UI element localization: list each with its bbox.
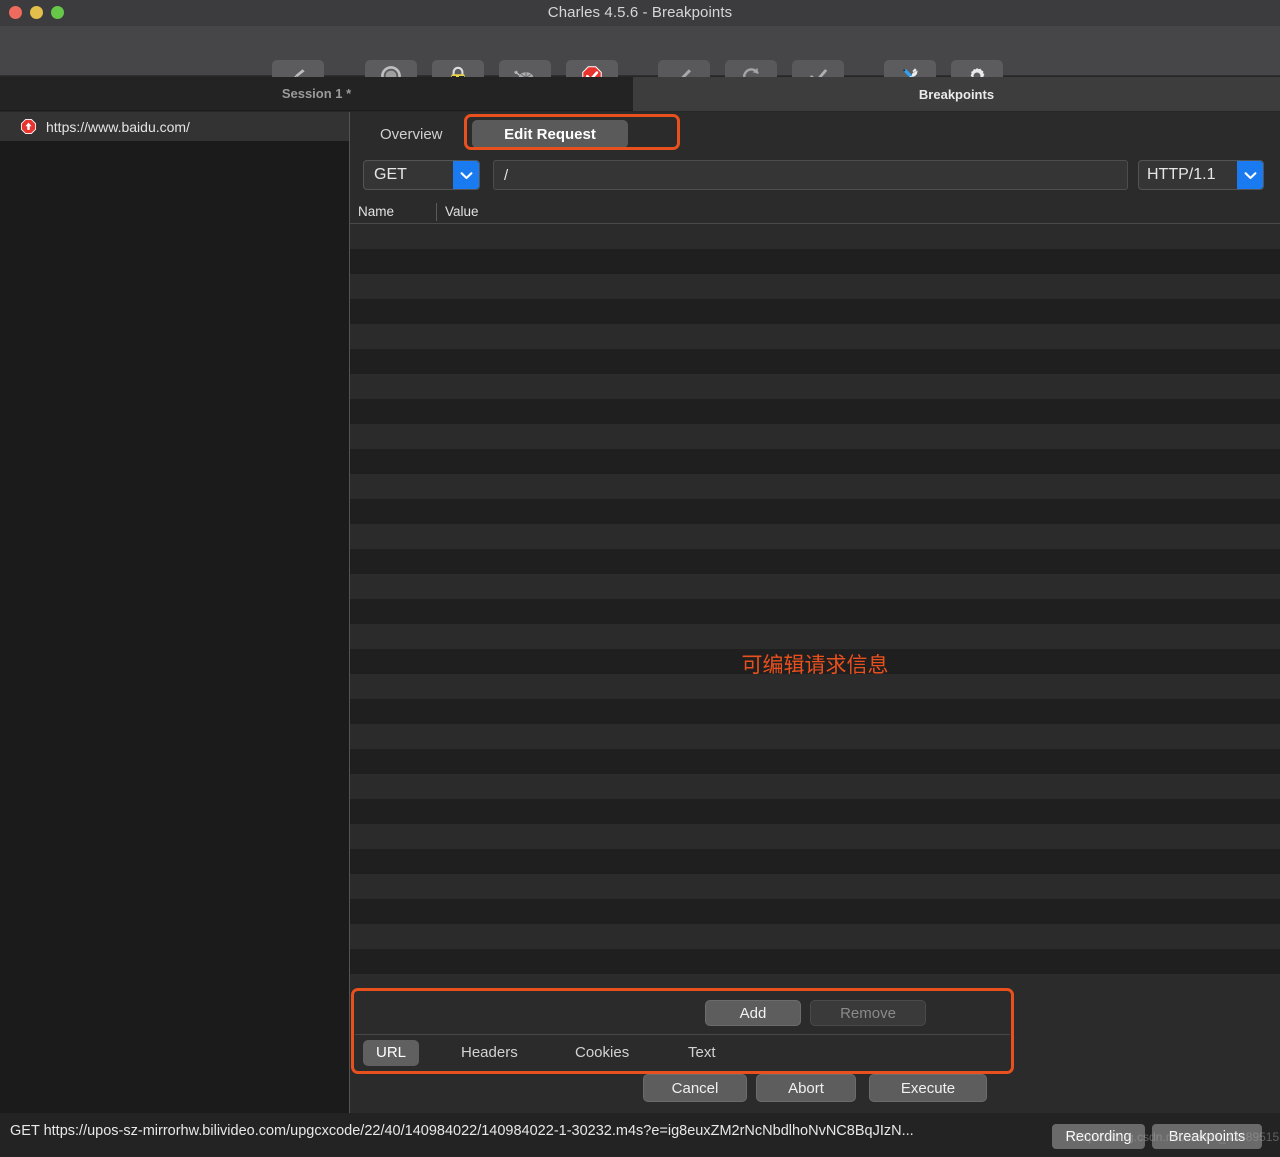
request-tab-bar: Overview Edit Request xyxy=(350,112,1280,154)
abort-button[interactable]: Abort xyxy=(756,1074,856,1102)
sidebar-item-label: https://www.baidu.com/ xyxy=(46,118,190,135)
title-bar: Charles 4.5.6 - Breakpoints xyxy=(0,0,1280,26)
table-row[interactable] xyxy=(350,474,1280,499)
table-row[interactable] xyxy=(350,674,1280,699)
table-row[interactable] xyxy=(350,324,1280,349)
params-table-header: Name Value xyxy=(350,200,1280,224)
status-request-url: GET https://upos-sz-mirrorhw.bilivideo.c… xyxy=(10,1123,914,1139)
status-bar: GET https://upos-sz-mirrorhw.bilivideo.c… xyxy=(0,1113,1280,1157)
table-row[interactable] xyxy=(350,824,1280,849)
table-row[interactable] xyxy=(350,424,1280,449)
edit-request-highlight xyxy=(464,114,680,150)
tab-session-1-label: Session 1 * xyxy=(281,86,352,101)
table-row[interactable] xyxy=(350,649,1280,674)
execute-button-label: Execute xyxy=(900,1079,956,1097)
session-tab-strip: Session 1 * Breakpoints xyxy=(0,77,1280,111)
table-row[interactable] xyxy=(350,724,1280,749)
request-detail-panel: Overview Edit Request GET / HTTP/1.1 Nam… xyxy=(350,112,1280,1113)
tab-overview-label: Overview xyxy=(380,125,443,143)
charles-app-window: Charles 4.5.6 - Breakpoints Session 1 * … xyxy=(0,0,1280,1157)
table-row[interactable] xyxy=(350,524,1280,549)
table-row[interactable] xyxy=(350,499,1280,524)
method-value: GET xyxy=(374,166,407,183)
table-row[interactable] xyxy=(350,549,1280,574)
tab-overview[interactable]: Overview xyxy=(366,120,457,148)
table-row[interactable] xyxy=(350,349,1280,374)
window-title: Charles 4.5.6 - Breakpoints xyxy=(547,4,733,21)
chevron-down-icon xyxy=(1244,171,1256,179)
table-row[interactable] xyxy=(350,624,1280,649)
status-recording-label: Recording xyxy=(1065,1128,1132,1145)
edit-controls-section: Add Remove URL Headers Cookies Text xyxy=(351,988,1014,1074)
column-header-name: Name xyxy=(358,204,395,219)
table-row[interactable] xyxy=(350,749,1280,774)
table-row[interactable] xyxy=(350,924,1280,949)
table-row[interactable] xyxy=(350,374,1280,399)
dialog-action-bar: Cancel Abort Execute xyxy=(350,1074,1280,1106)
request-line: GET / HTTP/1.1 xyxy=(350,158,1280,194)
method-select[interactable]: GET xyxy=(363,160,480,190)
sidebar-item-baidu[interactable]: https://www.baidu.com/ xyxy=(0,112,349,141)
table-row[interactable] xyxy=(350,974,1280,984)
table-row[interactable] xyxy=(350,774,1280,799)
table-row[interactable] xyxy=(350,574,1280,599)
table-row[interactable] xyxy=(350,449,1280,474)
column-header-value: Value xyxy=(436,203,479,221)
table-row[interactable] xyxy=(350,799,1280,824)
tab-breakpoints-label: Breakpoints xyxy=(918,86,995,102)
table-row[interactable] xyxy=(350,699,1280,724)
path-input[interactable]: / xyxy=(493,160,1128,190)
http-version-dropdown-button[interactable] xyxy=(1237,161,1263,189)
execute-button[interactable]: Execute xyxy=(869,1074,987,1102)
table-row[interactable] xyxy=(350,249,1280,274)
http-version-select[interactable]: HTTP/1.1 xyxy=(1138,160,1264,190)
table-row[interactable] xyxy=(350,224,1280,249)
method-dropdown-button[interactable] xyxy=(453,161,479,189)
table-row[interactable] xyxy=(350,399,1280,424)
tab-session-1[interactable]: Session 1 * xyxy=(0,77,633,111)
breakpoint-stop-icon xyxy=(20,118,37,135)
params-table-body[interactable] xyxy=(350,224,1280,984)
path-value: / xyxy=(504,166,509,184)
breakpoints-sidebar[interactable]: https://www.baidu.com/ xyxy=(0,112,350,1113)
table-row[interactable] xyxy=(350,274,1280,299)
table-row[interactable] xyxy=(350,849,1280,874)
status-breakpoints-label: Breakpoints xyxy=(1168,1128,1246,1145)
abort-button-label: Abort xyxy=(788,1079,824,1097)
cancel-button-label: Cancel xyxy=(671,1079,719,1097)
chevron-down-icon xyxy=(460,171,472,179)
status-breakpoints-button[interactable]: Breakpoints xyxy=(1152,1124,1262,1149)
cancel-button[interactable]: Cancel xyxy=(643,1074,747,1102)
table-row[interactable] xyxy=(350,949,1280,974)
table-row[interactable] xyxy=(350,899,1280,924)
edit-controls-highlight xyxy=(351,988,1014,1074)
table-row[interactable] xyxy=(350,599,1280,624)
main-toolbar xyxy=(0,26,1280,92)
status-recording-button[interactable]: Recording xyxy=(1052,1124,1145,1149)
tab-breakpoints[interactable]: Breakpoints xyxy=(633,77,1280,111)
http-version-value: HTTP/1.1 xyxy=(1147,166,1216,183)
table-row[interactable] xyxy=(350,874,1280,899)
table-row[interactable] xyxy=(350,299,1280,324)
